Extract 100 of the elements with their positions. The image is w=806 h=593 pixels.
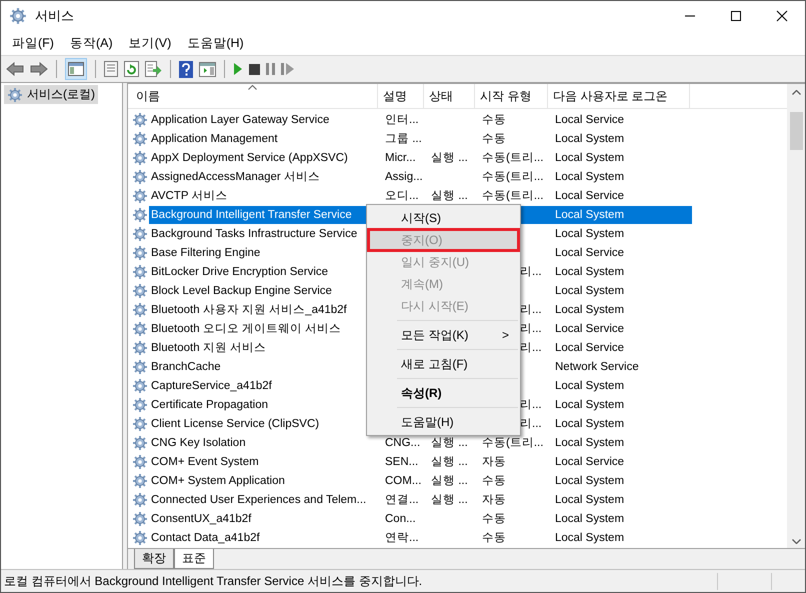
column-header[interactable]: 설명 xyxy=(378,84,424,108)
close-icon[interactable] xyxy=(776,10,788,22)
table-cell-text: 자동 xyxy=(481,454,507,470)
table-cell[interactable]: AVCTP 서비스 xyxy=(149,186,382,204)
menu-item[interactable]: 새로 고침(F) xyxy=(368,353,519,375)
view-tab[interactable]: 확장 xyxy=(134,549,174,569)
console-tree-button[interactable] xyxy=(65,58,87,80)
table-cell-text: Assig... xyxy=(384,170,424,184)
table-cell[interactable]: AssignedAccessManager 서비스 xyxy=(149,168,382,186)
gear-icon xyxy=(132,378,148,394)
scrollbar[interactable] xyxy=(787,84,805,548)
table-cell-text: Local Service xyxy=(554,454,626,470)
gear-icon xyxy=(132,264,148,280)
properties-icon[interactable] xyxy=(104,61,118,77)
menu-item[interactable]: 도움말(H) xyxy=(368,411,519,433)
table-cell[interactable]: Application Layer Gateway Service xyxy=(149,110,382,128)
table-cell-text: Local System xyxy=(554,170,626,184)
gear-icon xyxy=(132,320,148,336)
table-cell-text: 인터... xyxy=(384,112,420,128)
table-cell-text: 수동 xyxy=(481,132,507,146)
table-cell-text: Network Service xyxy=(554,360,640,374)
scroll-up-icon[interactable] xyxy=(792,90,800,95)
table-cell-text: Local Service xyxy=(554,322,626,336)
table-cell-text: 리... xyxy=(520,264,543,280)
table-cell-text: 수동(트리... xyxy=(481,150,544,166)
table-cell[interactable]: Contact Data_a41b2f xyxy=(149,528,382,546)
table-cell[interactable]: CNG Key Isolation xyxy=(149,434,382,452)
help-icon[interactable] xyxy=(179,60,193,78)
menu-item[interactable]: 도움말(H) xyxy=(187,34,244,52)
table-cell-text: Local System xyxy=(554,398,626,412)
menu-item[interactable]: 속성(R) xyxy=(368,382,519,404)
window-title: 서비스 xyxy=(35,7,74,25)
forward-arrow-icon[interactable] xyxy=(30,62,48,76)
table-cell-text: Local System xyxy=(554,264,626,280)
table-cell[interactable]: Application Management xyxy=(149,130,382,148)
export-icon[interactable] xyxy=(145,61,162,77)
table-cell[interactable]: AppX Deployment Service (AppXSVC) xyxy=(149,148,382,166)
table-cell-text: Local Service xyxy=(554,340,626,356)
table-cell-text: 실행 ... xyxy=(430,492,469,508)
view-tab[interactable]: 표준 xyxy=(174,549,214,569)
gear-icon xyxy=(132,530,148,546)
table-cell-text: 실행 ... xyxy=(430,150,469,166)
table-cell-text: 그룹 ... xyxy=(384,132,423,146)
table-cell-text: Local System xyxy=(554,302,626,318)
table-cell-text: Local System xyxy=(554,492,626,508)
table-cell-text: Local Service xyxy=(554,112,626,128)
menu-item[interactable]: 파일(F) xyxy=(12,34,54,52)
table-cell-text: 실행 ... xyxy=(430,188,469,204)
table-cell[interactable]: COM+ Event System xyxy=(149,452,382,470)
pause-icon[interactable] xyxy=(266,63,275,75)
maximize-icon[interactable] xyxy=(730,10,742,22)
menu-item[interactable]: 모든 작업(K) > xyxy=(368,324,519,346)
refresh-icon[interactable] xyxy=(124,61,139,77)
gear-icon xyxy=(132,130,148,146)
table-cell-text: Local System xyxy=(554,226,626,242)
table-cell[interactable]: COM+ System Application xyxy=(149,472,382,490)
table-cell-text: Local Service xyxy=(554,188,626,204)
table-cell-text: Local System xyxy=(554,132,626,146)
table-cell-text: Local System xyxy=(554,474,626,488)
table-cell-text: 연락... xyxy=(384,530,420,546)
action-pane-icon[interactable] xyxy=(199,62,216,76)
table-cell-text: 리... xyxy=(520,302,543,318)
table-cell-text: Local System xyxy=(554,512,626,526)
table-cell-text: Micr... xyxy=(384,150,417,166)
column-header[interactable]: 시작 유형 xyxy=(475,84,548,108)
menu-item[interactable]: 동작(A) xyxy=(70,34,113,52)
resume-icon[interactable] xyxy=(281,63,294,75)
table-cell-text: 오디... xyxy=(384,188,420,204)
table-cell-text: 리... xyxy=(520,340,543,356)
gear-icon xyxy=(132,510,148,526)
column-header[interactable]: 상태 xyxy=(424,84,475,108)
table-cell-text: 실행 ... xyxy=(430,454,469,470)
gear-icon xyxy=(132,150,148,166)
menu-item[interactable]: 보기(V) xyxy=(128,34,172,52)
back-arrow-icon[interactable] xyxy=(6,62,24,76)
table-cell-text: 리... xyxy=(520,398,543,412)
table-cell-text: 리... xyxy=(520,322,543,336)
gear-icon xyxy=(132,188,148,204)
gear-icon xyxy=(132,416,148,432)
table-cell-text: Local System xyxy=(554,436,626,450)
table-cell-text: 연결... xyxy=(384,492,420,508)
table-cell-text: 자동 xyxy=(481,492,507,508)
table-cell-text: SEN... xyxy=(384,454,420,470)
play-icon[interactable] xyxy=(233,63,243,75)
stop-icon[interactable] xyxy=(249,64,260,74)
tree-item[interactable]: 서비스(로컬) xyxy=(4,85,98,104)
table-cell[interactable]: Connected User Experiences and Telem... xyxy=(149,490,382,508)
column-header[interactable]: 다음 사용자로 로그온 xyxy=(548,84,690,108)
status-text: 로컬 컴퓨터에서 Background Intelligent Transfer Service 서비스를 중지합니다. xyxy=(4,572,422,590)
scroll-thumb[interactable] xyxy=(790,112,802,150)
gear-icon xyxy=(132,168,148,184)
column-header[interactable]: 이름 xyxy=(128,84,378,108)
table-cell-text: 수동 xyxy=(481,530,507,546)
gear-icon xyxy=(7,86,23,102)
table-cell-text: Local System xyxy=(554,416,626,432)
scroll-down-icon[interactable] xyxy=(792,539,800,544)
table-cell-text: Local System xyxy=(554,378,626,394)
table-cell-text: Local System xyxy=(554,150,626,166)
table-cell-text: 수동(트리... xyxy=(481,170,544,184)
table-cell[interactable]: ConsentUX_a41b2f xyxy=(149,510,382,528)
